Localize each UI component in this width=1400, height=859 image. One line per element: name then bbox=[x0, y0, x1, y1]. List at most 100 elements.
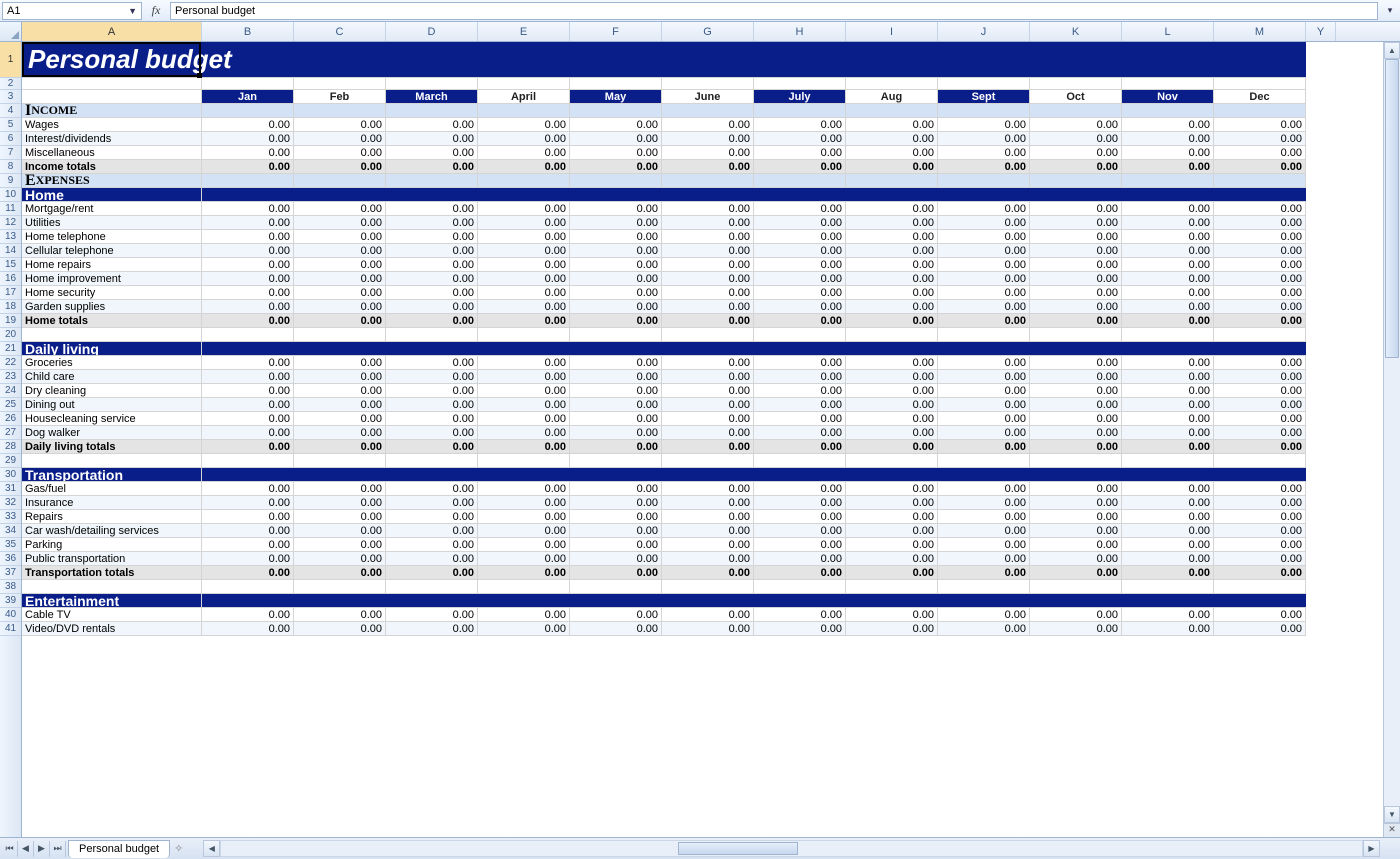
month-header-Feb[interactable]: Feb bbox=[294, 90, 386, 104]
row-header-23[interactable]: 23 bbox=[0, 370, 21, 384]
column-header-B[interactable]: B bbox=[202, 22, 294, 41]
subsection-transportation[interactable]: Transportation bbox=[22, 468, 202, 482]
label-home-totals[interactable]: Home totals bbox=[22, 314, 202, 328]
cell-A2[interactable] bbox=[22, 78, 202, 90]
label-dog-walker[interactable]: Dog walker bbox=[22, 426, 202, 440]
row-header-25[interactable]: 25 bbox=[0, 398, 21, 412]
row-header-11[interactable]: 11 bbox=[0, 202, 21, 216]
month-header-Nov[interactable]: Nov bbox=[1122, 90, 1214, 104]
row-header-15[interactable]: 15 bbox=[0, 258, 21, 272]
month-header-Aug[interactable]: Aug bbox=[846, 90, 938, 104]
formula-input[interactable] bbox=[170, 2, 1378, 20]
column-header-J[interactable]: J bbox=[938, 22, 1030, 41]
label-parking[interactable]: Parking bbox=[22, 538, 202, 552]
column-header-G[interactable]: G bbox=[662, 22, 754, 41]
column-header-I[interactable]: I bbox=[846, 22, 938, 41]
row-header-35[interactable]: 35 bbox=[0, 538, 21, 552]
row-header-14[interactable]: 14 bbox=[0, 244, 21, 258]
row-header-24[interactable]: 24 bbox=[0, 384, 21, 398]
month-header-Oct[interactable]: Oct bbox=[1030, 90, 1122, 104]
label-dining-out[interactable]: Dining out bbox=[22, 398, 202, 412]
month-header-March[interactable]: March bbox=[386, 90, 478, 104]
row-header-2[interactable]: 2 bbox=[0, 78, 21, 90]
row-header-31[interactable]: 31 bbox=[0, 482, 21, 496]
label-housecleaning-service[interactable]: Housecleaning service bbox=[22, 412, 202, 426]
month-header-April[interactable]: April bbox=[478, 90, 570, 104]
spreadsheet-grid[interactable]: Personal budgetJanFebMarchAprilMayJuneJu… bbox=[22, 42, 1383, 837]
label-home-telephone[interactable]: Home telephone bbox=[22, 230, 202, 244]
row-header-22[interactable]: 22 bbox=[0, 356, 21, 370]
label-home-improvement[interactable]: Home improvement bbox=[22, 272, 202, 286]
scroll-up-icon[interactable]: ▲ bbox=[1384, 42, 1400, 59]
row-header-26[interactable]: 26 bbox=[0, 412, 21, 426]
label-home-security[interactable]: Home security bbox=[22, 286, 202, 300]
row-header-19[interactable]: 19 bbox=[0, 314, 21, 328]
label-cellular-telephone[interactable]: Cellular telephone bbox=[22, 244, 202, 258]
section-income[interactable]: INCOME bbox=[22, 104, 202, 118]
label-dry-cleaning[interactable]: Dry cleaning bbox=[22, 384, 202, 398]
tab-last-icon[interactable]: ⏭ bbox=[50, 841, 66, 857]
row-header-6[interactable]: 6 bbox=[0, 132, 21, 146]
row-header-9[interactable]: 9 bbox=[0, 174, 21, 188]
sheet-tab[interactable]: Personal budget bbox=[68, 840, 170, 858]
name-box[interactable]: A1 ▼ bbox=[2, 2, 142, 20]
row-header-8[interactable]: 8 bbox=[0, 160, 21, 174]
row-header-36[interactable]: 36 bbox=[0, 552, 21, 566]
row-header-5[interactable]: 5 bbox=[0, 118, 21, 132]
label-transportation-totals[interactable]: Transportation totals bbox=[22, 566, 202, 580]
column-header-K[interactable]: K bbox=[1030, 22, 1122, 41]
label-insurance[interactable]: Insurance bbox=[22, 496, 202, 510]
label-groceries[interactable]: Groceries bbox=[22, 356, 202, 370]
vscroll-close-icon[interactable]: ✕ bbox=[1384, 823, 1400, 837]
label-public-transportation[interactable]: Public transportation bbox=[22, 552, 202, 566]
label-video-dvd-rentals[interactable]: Video/DVD rentals bbox=[22, 622, 202, 636]
label-utilities[interactable]: Utilities bbox=[22, 216, 202, 230]
row-header-16[interactable]: 16 bbox=[0, 272, 21, 286]
row-header-37[interactable]: 37 bbox=[0, 566, 21, 580]
row-header-4[interactable]: 4 bbox=[0, 104, 21, 118]
new-sheet-icon[interactable]: ✧ bbox=[174, 842, 183, 855]
label-child-care[interactable]: Child care bbox=[22, 370, 202, 384]
label-mortgage-rent[interactable]: Mortgage/rent bbox=[22, 202, 202, 216]
column-header-E[interactable]: E bbox=[478, 22, 570, 41]
horizontal-scrollbar[interactable]: ◀ ▶ bbox=[203, 840, 1380, 857]
row-header-27[interactable]: 27 bbox=[0, 426, 21, 440]
row-header-32[interactable]: 32 bbox=[0, 496, 21, 510]
row-header-30[interactable]: 30 bbox=[0, 468, 21, 482]
row-header-12[interactable]: 12 bbox=[0, 216, 21, 230]
label-income-totals[interactable]: Income totals bbox=[22, 160, 202, 174]
column-header-partial[interactable]: Y bbox=[1306, 22, 1336, 41]
label-gas-fuel[interactable]: Gas/fuel bbox=[22, 482, 202, 496]
cell-A38[interactable] bbox=[22, 580, 202, 594]
vscroll-track[interactable] bbox=[1384, 59, 1400, 806]
month-header-July[interactable]: July bbox=[754, 90, 846, 104]
formula-bar-expand-icon[interactable]: ▾ bbox=[1382, 5, 1398, 16]
row-header-33[interactable]: 33 bbox=[0, 510, 21, 524]
column-header-C[interactable]: C bbox=[294, 22, 386, 41]
label-miscellaneous[interactable]: Miscellaneous bbox=[22, 146, 202, 160]
label-repairs[interactable]: Repairs bbox=[22, 510, 202, 524]
hscroll-track[interactable] bbox=[220, 840, 1363, 857]
row-header-1[interactable]: 1 bbox=[0, 42, 21, 78]
row-header-29[interactable]: 29 bbox=[0, 454, 21, 468]
row-header-28[interactable]: 28 bbox=[0, 440, 21, 454]
select-all-corner[interactable] bbox=[0, 22, 22, 41]
scroll-left-icon[interactable]: ◀ bbox=[203, 840, 220, 857]
hscroll-thumb[interactable] bbox=[678, 842, 798, 855]
label-home-repairs[interactable]: Home repairs bbox=[22, 258, 202, 272]
column-header-H[interactable]: H bbox=[754, 22, 846, 41]
row-header-41[interactable]: 41 bbox=[0, 622, 21, 636]
title-cell[interactable]: Personal budget bbox=[22, 42, 1306, 78]
month-header-June[interactable]: June bbox=[662, 90, 754, 104]
section-expenses[interactable]: EXPENSES bbox=[22, 174, 202, 188]
vertical-scrollbar[interactable]: ▲ ▼ ✕ bbox=[1383, 42, 1400, 837]
label-daily-living-totals[interactable]: Daily living totals bbox=[22, 440, 202, 454]
name-box-dropdown-icon[interactable]: ▼ bbox=[128, 6, 137, 16]
vscroll-thumb[interactable] bbox=[1385, 59, 1399, 358]
label-wages[interactable]: Wages bbox=[22, 118, 202, 132]
subsection-daily-living[interactable]: Daily living bbox=[22, 342, 202, 356]
column-header-A[interactable]: A bbox=[22, 22, 202, 41]
row-header-3[interactable]: 3 bbox=[0, 90, 21, 104]
month-header-Jan[interactable]: Jan bbox=[202, 90, 294, 104]
row-header-34[interactable]: 34 bbox=[0, 524, 21, 538]
